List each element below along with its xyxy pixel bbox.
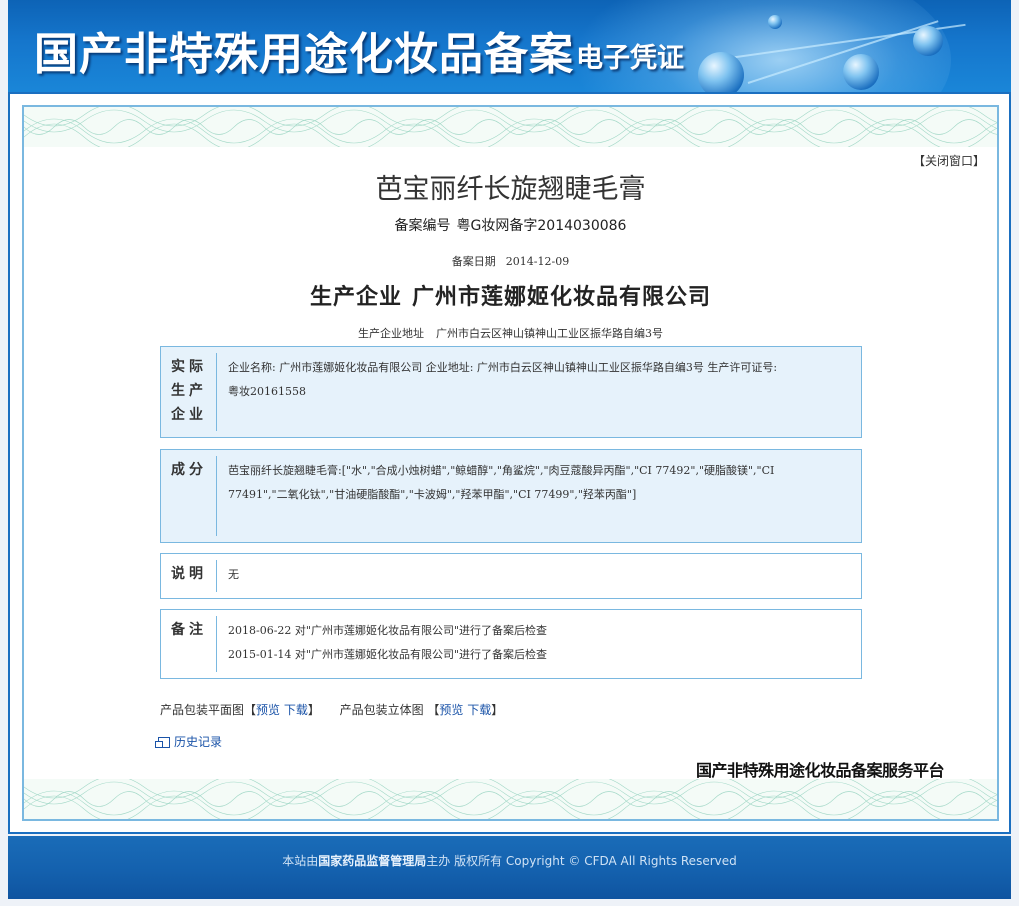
manufacturer-address: 生产企业地址 广州市白云区神山镇神山工业区振华路自编3号 — [24, 325, 997, 341]
banner-orb — [698, 52, 744, 92]
banner-title: 国产非特殊用途化妆品备案 — [34, 29, 574, 80]
section-remarks: 备注 2018-06-22 对"广州市莲娜姬化妆品有限公司"进行了备案后检查 2… — [160, 609, 862, 679]
guilloche-border-bottom — [24, 779, 997, 819]
footer-copyright: 本站由国家药品监督管理局主办 版权所有 Copyright © CFDA All… — [8, 852, 1011, 869]
guilloche-border-top — [24, 107, 997, 147]
registration-number-value: 粤G妆网备字2014030086 — [456, 218, 627, 234]
manufacturer-name: 广州市莲娜姬化妆品有限公司 — [412, 284, 712, 310]
section-content: 芭宝丽纤长旋翘睫毛膏:["水","合成小烛树蜡","鲸蜡醇","角鲨烷","肉豆… — [228, 459, 847, 507]
bracket: 【 — [244, 703, 257, 717]
packaging-solid-label: 产品包装立体图 — [339, 703, 424, 717]
content-line: 粤妆20161558 — [228, 385, 306, 398]
flat-download-link[interactable]: 下载 — [284, 703, 308, 717]
banner-orb — [913, 26, 943, 56]
history-link[interactable]: 历史记录 — [155, 733, 223, 750]
history-link-label: 历史记录 — [174, 735, 223, 749]
platform-name: 国产非特殊用途化妆品备案服务平台 — [696, 761, 945, 780]
expand-icon — [155, 737, 170, 748]
certificate-inner: 【关闭窗口】 芭宝丽纤长旋翘睫毛膏 备案编号 粤G妆网备字2014030086 备… — [22, 105, 999, 821]
manufacturer-label: 生产企业 — [309, 284, 402, 310]
registration-number: 备案编号 粤G妆网备字2014030086 — [24, 215, 997, 235]
section-heading: 备注 — [171, 622, 207, 638]
registration-date-label: 备案日期 — [451, 255, 496, 268]
content-line: 2018-06-22 对"广州市莲娜姬化妆品有限公司"进行了备案后检查 — [228, 624, 548, 637]
section-notes: 说明 无 — [160, 553, 862, 599]
manufacturer-address-value: 广州市白云区神山镇神山工业区振华路自编3号 — [436, 327, 663, 340]
banner-orb — [768, 15, 782, 29]
manufacturer-address-label: 生产企业地址 — [358, 327, 424, 340]
registration-number-label: 备案编号 — [394, 218, 451, 234]
footer-suffix: 主办 版权所有 Copyright © CFDA All Rights Rese… — [426, 854, 737, 868]
bracket: 】 — [307, 703, 320, 717]
section-ingredients: 成分 芭宝丽纤长旋翘睫毛膏:["水","合成小烛树蜡","鲸蜡醇","角鲨烷",… — [160, 449, 862, 543]
packaging-flat-label: 产品包装平面图 — [160, 703, 245, 717]
flat-preview-link[interactable]: 预览 — [256, 703, 280, 717]
footer: 本站由国家药品监督管理局主办 版权所有 Copyright © CFDA All… — [8, 836, 1011, 899]
footer-org: 国家药品监督管理局 — [318, 854, 427, 868]
solid-preview-link[interactable]: 预览 — [439, 703, 463, 717]
bracket: 】 — [491, 703, 504, 717]
section-content: 2018-06-22 对"广州市莲娜姬化妆品有限公司"进行了备案后检查 2015… — [228, 619, 847, 667]
content-line: 77491","二氧化钛","甘油硬脂酸酯","卡波姆","羟苯甲酯","CI … — [228, 488, 637, 501]
certificate-frame: 【关闭窗口】 芭宝丽纤长旋翘睫毛膏 备案编号 粤G妆网备字2014030086 备… — [8, 92, 1011, 834]
banner-orb — [843, 54, 879, 90]
header-banner: 国产非特殊用途化妆品备案 电子凭证 — [8, 0, 1011, 92]
section-actual-producer: 实际生产企业 企业名称: 广州市莲娜姬化妆品有限公司 企业地址: 广州市白云区神… — [160, 346, 862, 438]
content-line: 2015-01-14 对"广州市莲娜姬化妆品有限公司"进行了备案后检查 — [228, 648, 548, 661]
packaging-links: 产品包装平面图【预览 下载】 产品包装立体图 【预览 下载】 — [160, 701, 503, 718]
solid-download-link[interactable]: 下载 — [467, 703, 491, 717]
section-heading: 成分 — [171, 462, 207, 478]
section-heading: 实际生产企业 — [171, 359, 207, 423]
registration-date-value: 2014-12-09 — [505, 255, 570, 268]
section-heading: 说明 — [171, 566, 207, 582]
section-content: 企业名称: 广州市莲娜姬化妆品有限公司 企业地址: 广州市白云区神山镇神山工业区… — [228, 356, 847, 404]
content-line: 无 — [228, 568, 239, 581]
section-content: 无 — [228, 563, 847, 587]
manufacturer: 生产企业 广州市莲娜姬化妆品有限公司 — [24, 279, 997, 311]
content-line: 芭宝丽纤长旋翘睫毛膏:["水","合成小烛树蜡","鲸蜡醇","角鲨烷","肉豆… — [228, 464, 775, 477]
registration-date: 备案日期 2014-12-09 — [24, 253, 997, 269]
footer-prefix: 本站由 — [282, 854, 319, 868]
content-line: 企业名称: 广州市莲娜姬化妆品有限公司 企业地址: 广州市白云区神山镇神山工业区… — [228, 361, 778, 374]
bracket: 【 — [427, 703, 440, 717]
product-name: 芭宝丽纤长旋翘睫毛膏 — [375, 174, 646, 205]
banner-subtitle: 电子凭证 — [576, 43, 684, 74]
